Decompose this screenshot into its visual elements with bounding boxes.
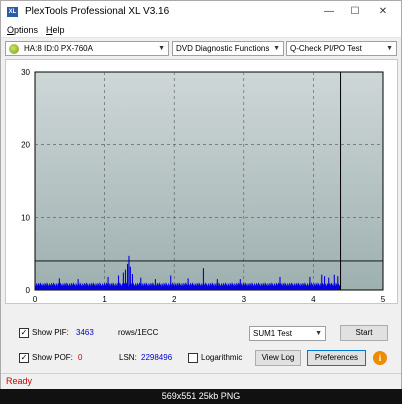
lsn-label: LSN:	[119, 353, 137, 362]
maximize-button[interactable]: ☐	[341, 1, 369, 23]
pi-po-chart: 0 1 2 3 4 5 0 10 20 30	[21, 68, 386, 303]
app-window: XL PlexTools Professional XL V3.16 — ☐ ✕…	[0, 0, 402, 389]
menu-help[interactable]: Help	[46, 25, 65, 35]
start-button[interactable]: Start	[340, 325, 388, 341]
status-bar: Ready	[1, 373, 401, 389]
x-tick-label: 5	[381, 295, 386, 303]
logarithmic-checkbox[interactable]	[188, 353, 198, 363]
test-select[interactable]: Q-Check PI/PO Test ▼	[286, 41, 397, 56]
function-select-value: DVD Diagnostic Functions	[176, 44, 270, 53]
lsn-value: 2298496	[141, 353, 173, 362]
show-pif-label: Show PIF:	[32, 328, 69, 337]
sum-test-select[interactable]: SUM1 Test ▼	[249, 326, 326, 341]
x-tick-label: 4	[311, 295, 316, 303]
image-caption: 569x551 25kb PNG	[0, 389, 402, 404]
logarithmic-label: Logarithmic	[201, 353, 243, 362]
y-tick-label: 30	[21, 68, 30, 77]
chevron-down-icon: ▼	[315, 330, 322, 337]
menu-bar: Options Help	[1, 23, 401, 38]
drive-disc-icon	[9, 44, 19, 54]
title-bar[interactable]: XL PlexTools Professional XL V3.16 — ☐ ✕	[1, 1, 401, 23]
sum-test-value: SUM1 Test	[253, 329, 292, 338]
rows-label: rows/1ECC	[118, 328, 159, 337]
preferences-button[interactable]: Preferences	[307, 350, 366, 366]
info-button[interactable]: i	[373, 351, 387, 365]
chevron-down-icon: ▼	[386, 45, 393, 52]
pif-value: 3463	[76, 328, 94, 337]
test-select-value: Q-Check PI/PO Test	[290, 44, 362, 53]
y-tick-label: 20	[21, 141, 30, 150]
x-tick-label: 3	[242, 295, 247, 303]
status-text: Ready	[6, 376, 33, 386]
minimize-button[interactable]: —	[315, 1, 343, 23]
x-tick-label: 1	[102, 295, 107, 303]
y-tick-label: 10	[21, 213, 30, 222]
show-pof-checkbox[interactable]: ✓	[19, 353, 29, 363]
function-select[interactable]: DVD Diagnostic Functions ▼	[172, 41, 284, 56]
view-log-button[interactable]: View Log	[255, 350, 301, 366]
pof-value: 0	[78, 353, 83, 362]
chart-panel: 0 1 2 3 4 5 0 10 20 30	[5, 59, 398, 304]
show-pof-label: Show POF:	[32, 353, 73, 362]
chevron-down-icon: ▼	[158, 45, 165, 52]
y-tick-label: 0	[26, 286, 31, 295]
close-button[interactable]: ✕	[369, 1, 397, 23]
window-title: PlexTools Professional XL V3.16	[25, 6, 170, 17]
plot-area	[34, 71, 384, 291]
drive-select[interactable]: HA:8 ID:0 PX-760A ▼	[5, 41, 169, 56]
chevron-down-icon: ▼	[273, 45, 280, 52]
show-pif-checkbox[interactable]: ✓	[19, 328, 29, 338]
drive-select-value: HA:8 ID:0 PX-760A	[24, 44, 93, 53]
app-logo-icon: XL	[7, 7, 18, 17]
x-tick-label: 0	[33, 295, 38, 303]
x-tick-label: 2	[172, 295, 177, 303]
menu-options[interactable]: Options	[7, 25, 38, 35]
controls-panel: ✓ Show PIF: 3463 rows/1ECC SUM1 Test ▼ S…	[5, 317, 398, 369]
